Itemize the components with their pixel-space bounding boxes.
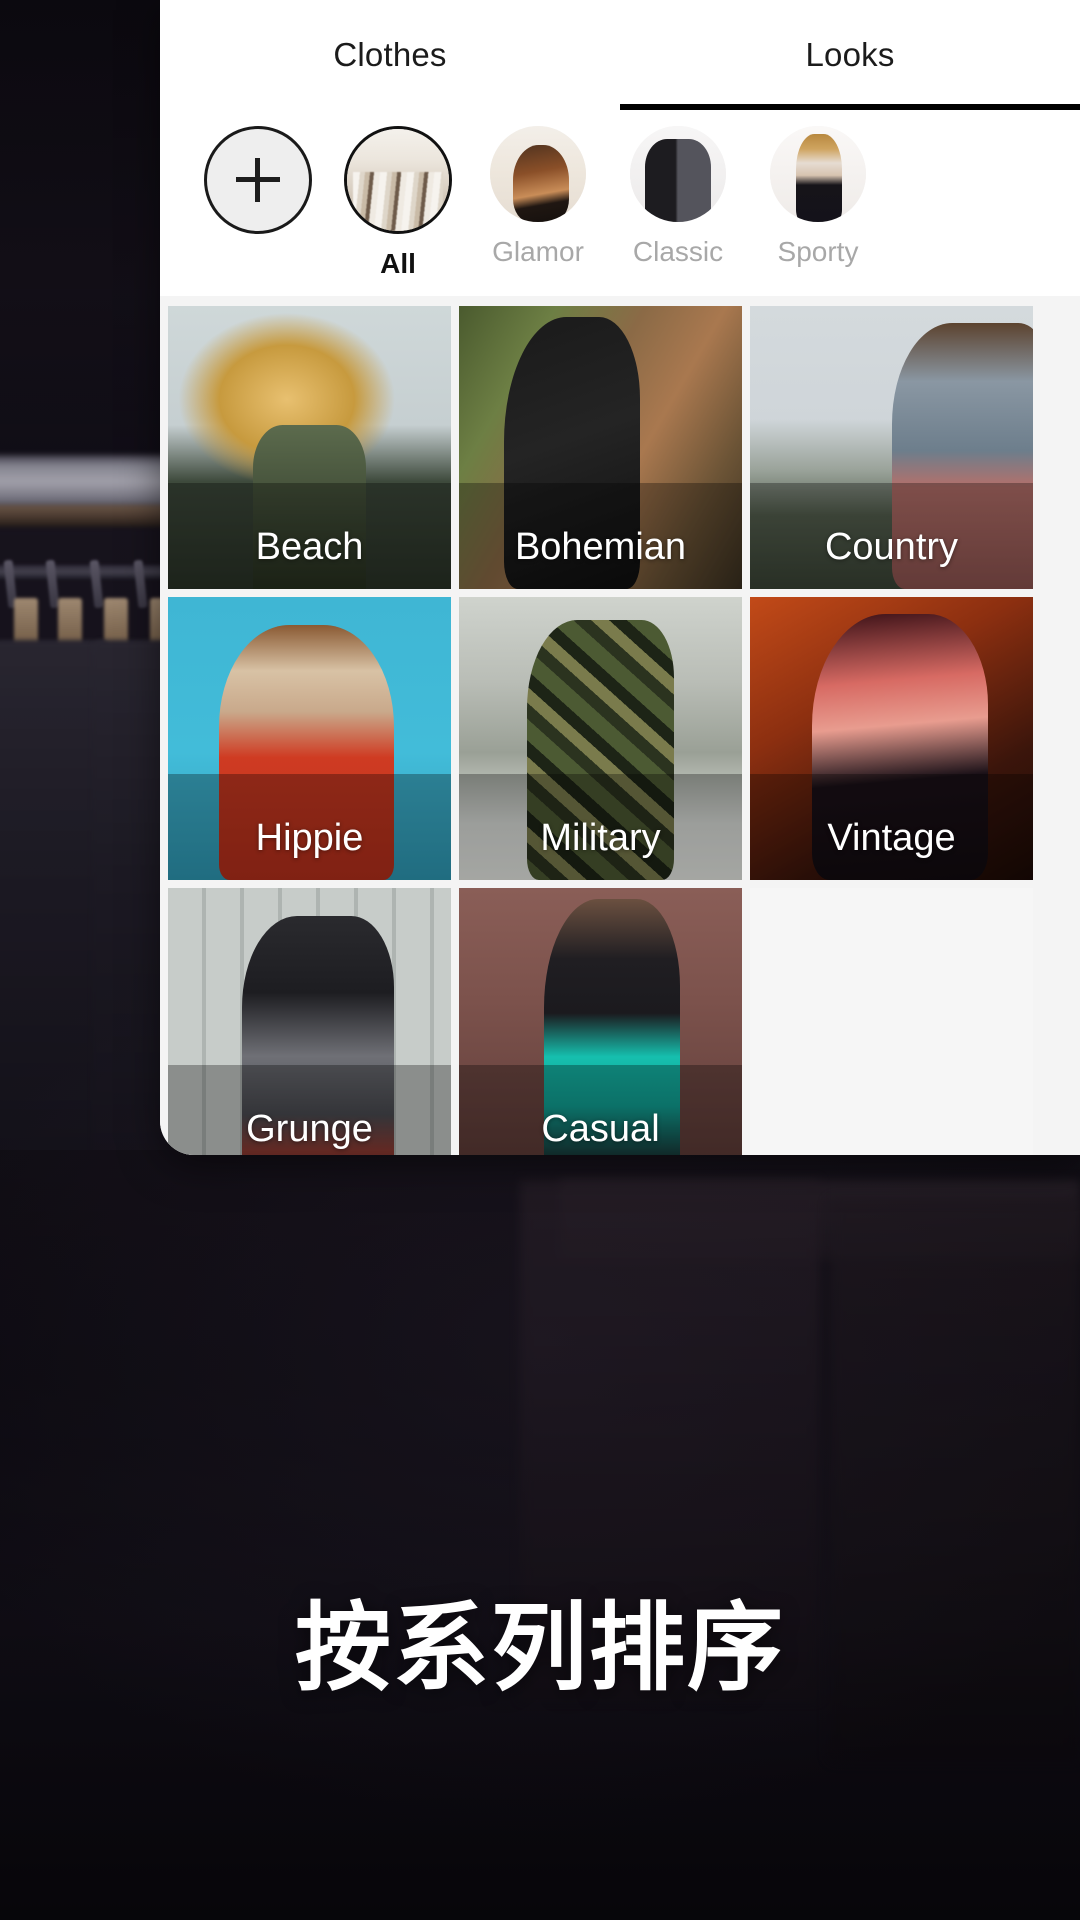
look-label: Bohemian: [514, 526, 687, 568]
category-item-sporty[interactable]: Sporty: [748, 126, 888, 268]
tab-clothes[interactable]: Clothes: [160, 0, 620, 110]
category-thumb-glamor[interactable]: [490, 126, 586, 222]
look-tile-vintage[interactable]: Vintage: [750, 597, 1033, 880]
tab-underline: [620, 104, 1080, 110]
look-label: Country: [824, 526, 959, 568]
look-label: Vintage: [827, 817, 956, 859]
look-label: Grunge: [246, 1108, 373, 1150]
tab-looks-label: Looks: [805, 36, 895, 73]
tab-looks[interactable]: Looks: [620, 0, 1080, 110]
category-item-all[interactable]: All: [328, 126, 468, 280]
category-label-sporty: Sporty: [777, 236, 859, 267]
tab-clothes-label: Clothes: [333, 36, 447, 73]
category-add[interactable]: [188, 126, 328, 248]
category-thumb-sporty[interactable]: [770, 126, 866, 222]
glamor-thumb: [490, 126, 586, 222]
category-item-glamor[interactable]: Glamor: [468, 126, 608, 268]
look-label: Hippie: [255, 817, 364, 859]
app-screenshot-card: Clothes Looks All Glamor Classic Sporty …: [160, 0, 1080, 1155]
clothes-rack-thumb: [347, 129, 449, 231]
sporty-thumb: [770, 126, 866, 222]
tab-bar: Clothes Looks: [160, 0, 1080, 110]
look-label: Military: [540, 817, 661, 859]
look-tile-empty-slot: [750, 888, 1033, 1155]
add-category-button[interactable]: [204, 126, 312, 234]
looks-grid: Beach Bohemian Country Hippie Military V…: [160, 306, 1080, 1155]
category-label-all: All: [380, 248, 416, 279]
category-label-classic: Classic: [632, 236, 724, 267]
look-tile-hippie[interactable]: Hippie: [168, 597, 451, 880]
category-thumb-classic[interactable]: [630, 126, 726, 222]
classic-thumb: [630, 126, 726, 222]
look-tile-country[interactable]: Country: [750, 306, 1033, 589]
looks-grid-container: Beach Bohemian Country Hippie Military V…: [160, 296, 1080, 1155]
look-label: Casual: [541, 1108, 660, 1150]
category-thumb-all[interactable]: [344, 126, 452, 234]
category-strip[interactable]: All Glamor Classic Sporty: [160, 110, 1080, 296]
look-tile-casual[interactable]: Casual: [459, 888, 742, 1155]
look-tile-military[interactable]: Military: [459, 597, 742, 880]
look-tile-beach[interactable]: Beach: [168, 306, 451, 589]
look-label: Beach: [255, 526, 364, 568]
plus-icon: [236, 158, 280, 202]
look-tile-grunge[interactable]: Grunge: [168, 888, 451, 1155]
category-item-classic[interactable]: Classic: [608, 126, 748, 268]
look-tile-bohemian[interactable]: Bohemian: [459, 306, 742, 589]
promo-caption: 按系列排序: [295, 1595, 785, 1702]
category-label-glamor: Glamor: [492, 236, 584, 267]
